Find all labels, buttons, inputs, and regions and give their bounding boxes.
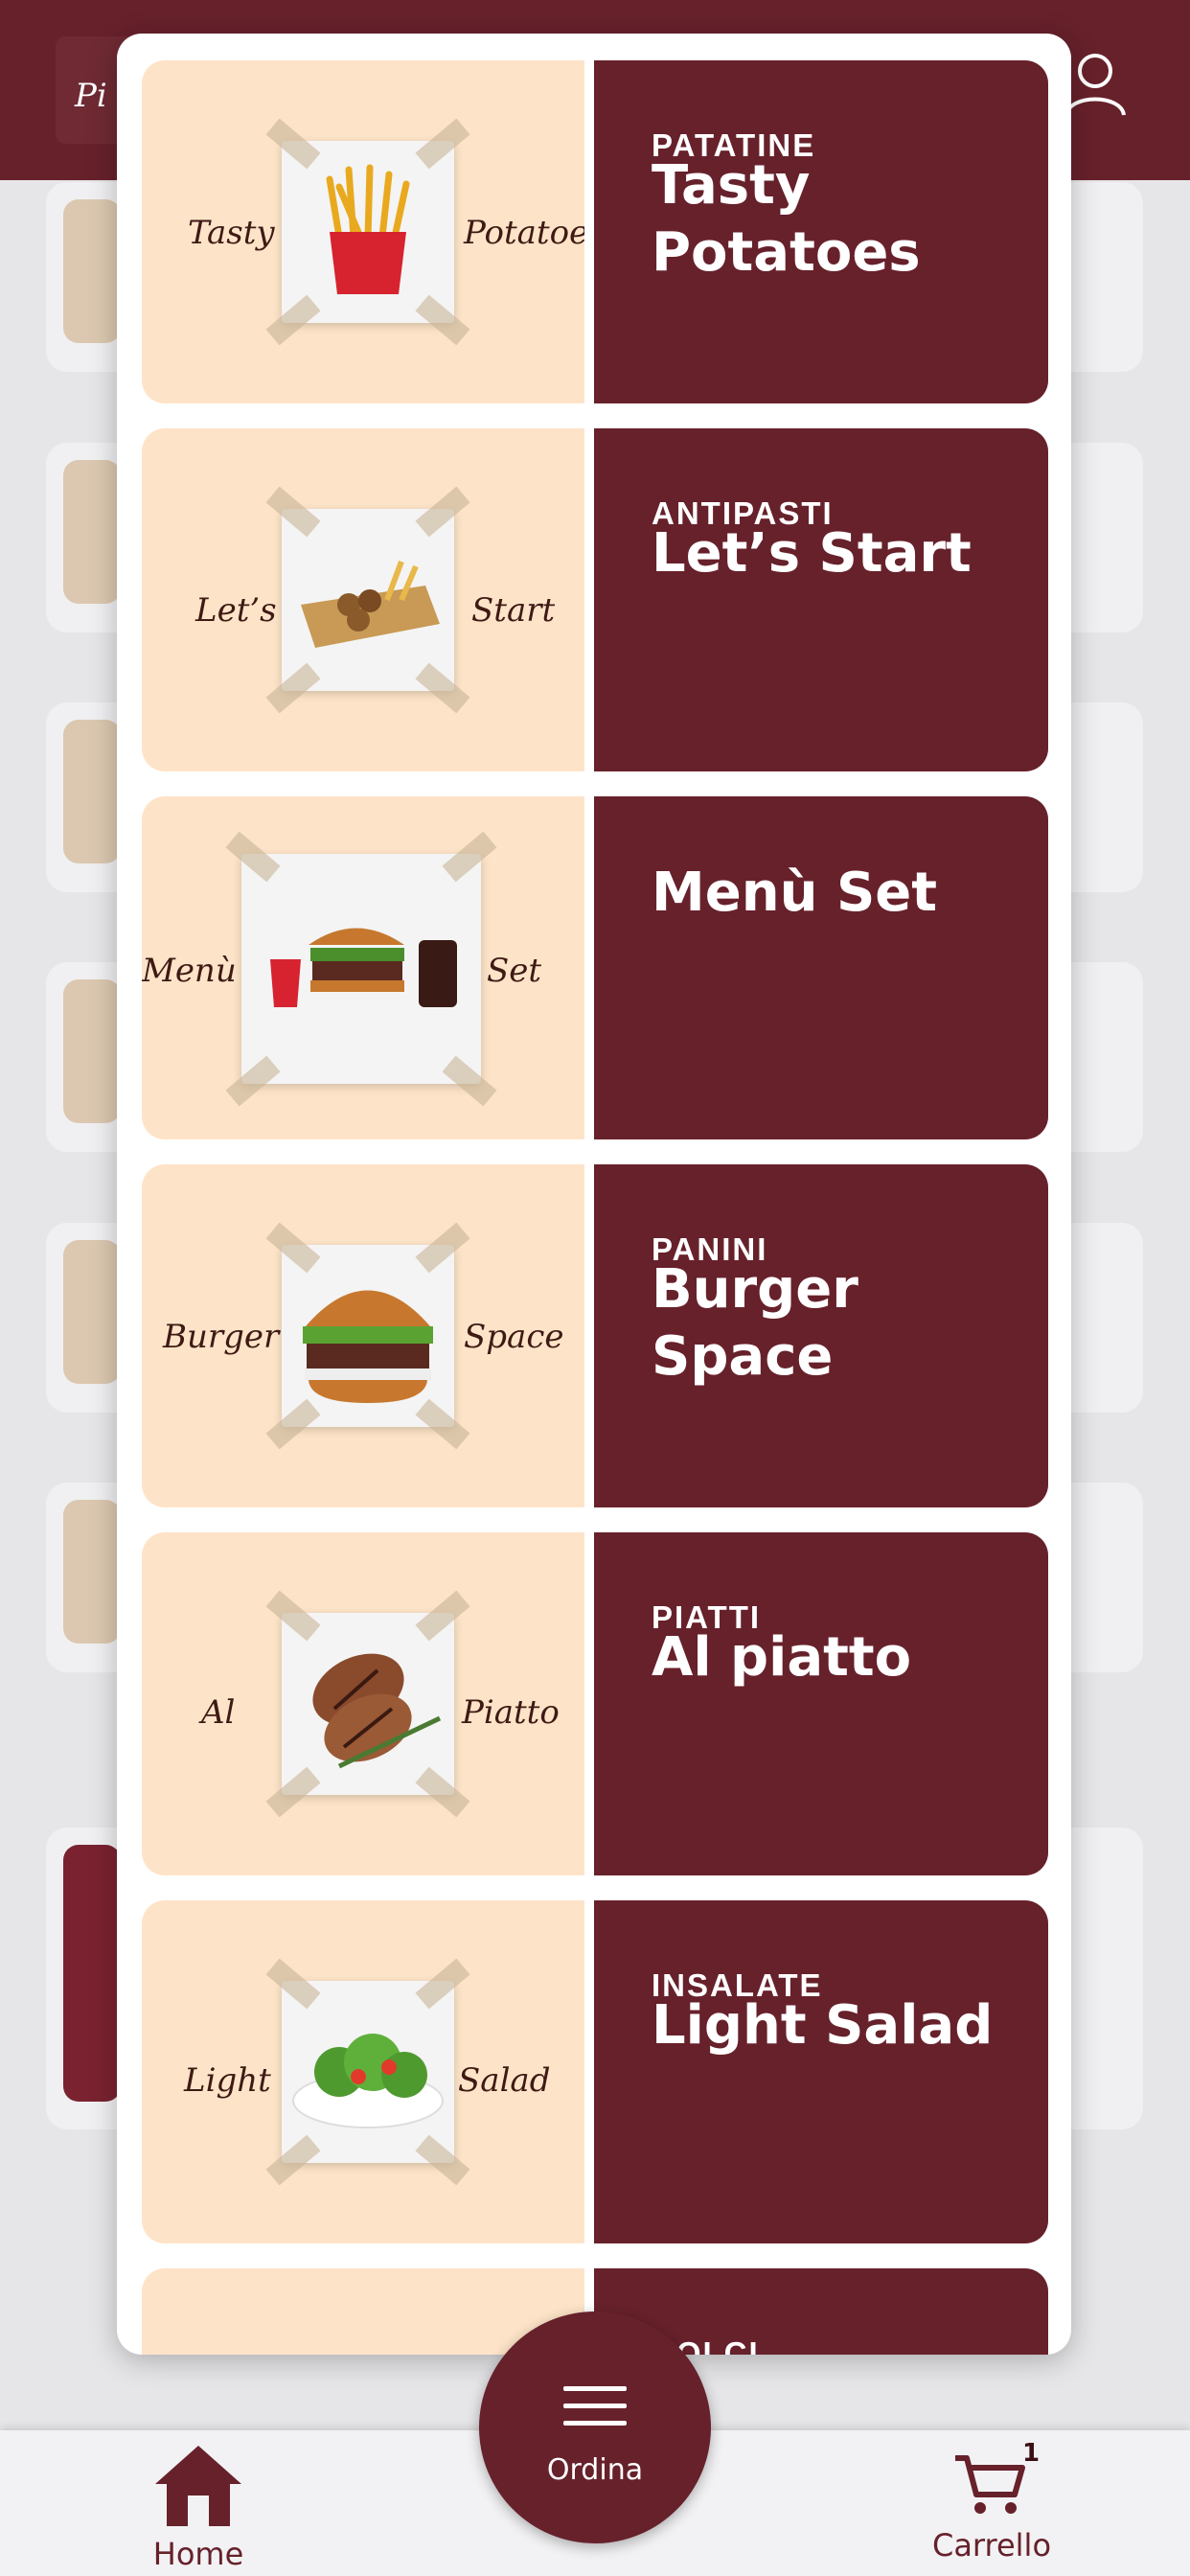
fries-icon xyxy=(265,118,470,346)
script-word-right: Space xyxy=(464,1318,564,1356)
thumbnail xyxy=(63,460,121,604)
script-word-right: Set xyxy=(487,952,542,990)
steak-icon xyxy=(265,1590,470,1818)
script-word-left: Tasty xyxy=(188,214,275,252)
category-card-patatine[interactable]: Tasty Potatoes PATATINE Tasty Potatoes xyxy=(142,60,1048,403)
script-word-right: Start xyxy=(471,591,556,630)
category-label-panel: PATATINE Tasty Potatoes xyxy=(594,60,1048,403)
script-word-left: Light xyxy=(184,2061,271,2100)
category-image-panel: Al Piatto xyxy=(142,1532,584,1875)
cart-label: Carrello xyxy=(931,2527,1052,2564)
category-image-panel: Light Salad xyxy=(142,1900,584,2243)
cart-count-badge: 1 xyxy=(1022,2439,1041,2468)
category-image-panel: Let’s Start xyxy=(142,428,584,771)
home-nav-button[interactable]: Home xyxy=(146,2438,251,2572)
script-word-left: Al xyxy=(201,1693,236,1732)
home-label: Home xyxy=(152,2536,244,2572)
category-card-piatti[interactable]: Al Piatto PIATTI Al piatto xyxy=(142,1532,1048,1875)
script-word-right: Salad xyxy=(458,2061,551,2100)
thumbnail xyxy=(63,979,121,1123)
category-title: Let’s Start xyxy=(652,522,972,585)
category-image-panel: Burger Space xyxy=(142,1164,584,1507)
thumbnail xyxy=(63,1500,121,1644)
category-label-panel: ANTIPASTI Let’s Start xyxy=(594,428,1048,771)
home-icon xyxy=(155,2446,241,2526)
category-image-panel: Tasty Potatoes xyxy=(142,60,606,403)
order-menu-button[interactable]: Ordina xyxy=(479,2312,711,2543)
script-word-left: Let’s xyxy=(195,591,277,630)
script-word-right: Piatto xyxy=(462,1693,560,1732)
salad-icon xyxy=(265,1958,470,2186)
order-label: Ordina xyxy=(546,2453,644,2487)
hamburger-menu-icon xyxy=(563,2386,627,2426)
cart-nav-button[interactable]: 1 Carrello xyxy=(925,2439,1059,2564)
category-card-panini[interactable]: Burger Space PANINI Burger Space xyxy=(142,1164,1048,1507)
thumbnail xyxy=(63,1845,121,2102)
category-title: Light Salad xyxy=(652,1994,994,2057)
thumbnail xyxy=(63,1240,121,1384)
user-icon[interactable] xyxy=(1062,50,1129,119)
category-card-menu-set[interactable]: Menù Set Menù Set xyxy=(142,796,1048,1139)
category-label-panel: Menù Set xyxy=(594,796,1048,1139)
category-label-panel: PIATTI Al piatto xyxy=(594,1532,1048,1875)
category-menu-modal: Tasty Potatoes PATATINE Tasty Potatoes L… xyxy=(117,34,1071,2355)
category-label-panel: INSALATE Light Salad xyxy=(594,1900,1048,2243)
appetizer-box-icon xyxy=(265,486,470,714)
category-title: Menù Set xyxy=(652,862,938,924)
category-image-panel: Menù Set xyxy=(142,796,584,1139)
category-title: Al piatto xyxy=(652,1626,912,1689)
script-word-left: Menù xyxy=(142,952,237,990)
category-title: Tasty Potatoes xyxy=(652,154,921,284)
burger-icon xyxy=(265,1222,470,1450)
category-title: Burger Space xyxy=(652,1258,858,1388)
logo-text: Pi xyxy=(75,77,107,115)
category-label-panel: PANINI Burger Space xyxy=(594,1164,1048,1507)
category-card-antipasti[interactable]: Let’s Start ANTIPASTI Let’s Start xyxy=(142,428,1048,771)
cart-icon xyxy=(955,2455,1025,2514)
category-card-insalate[interactable]: Light Salad INSALATE Light Salad xyxy=(142,1900,1048,2243)
thumbnail xyxy=(63,720,121,863)
thumbnail xyxy=(63,199,121,343)
script-word-left: Burger xyxy=(163,1318,280,1356)
burger-menu-set-icon xyxy=(225,831,497,1107)
